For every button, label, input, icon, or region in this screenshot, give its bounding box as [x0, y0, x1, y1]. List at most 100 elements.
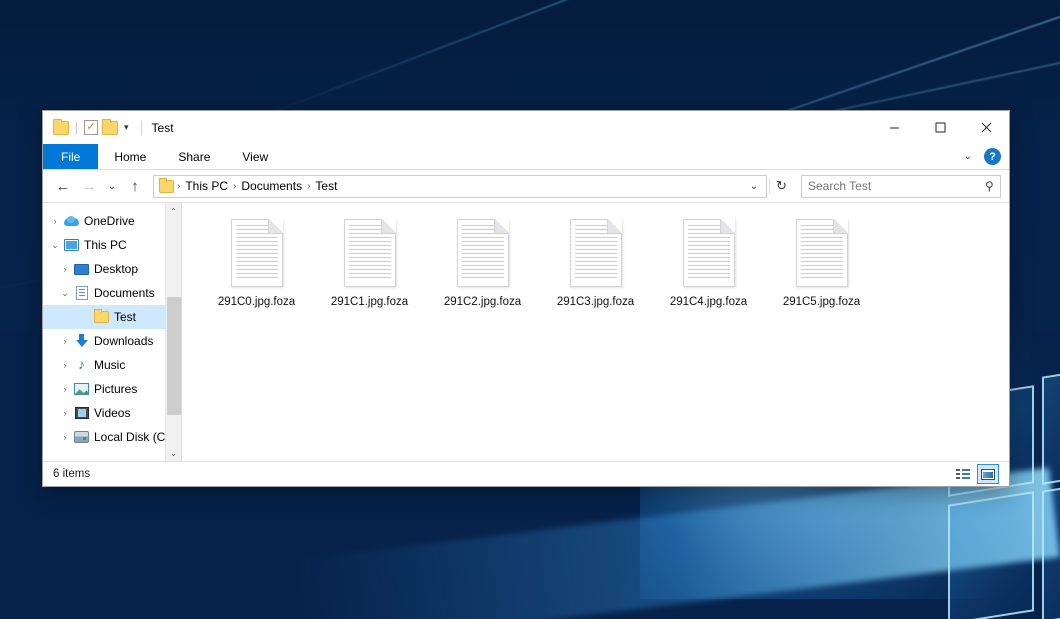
document-icon [457, 219, 509, 287]
scrollbar-thumb[interactable] [167, 297, 181, 415]
tab-share[interactable]: Share [162, 144, 226, 169]
address-bar[interactable]: › This PC › Documents › Test ⌄ [153, 175, 767, 198]
desktop-background: ✓ ▾ Test File Home Share View [0, 0, 1060, 619]
file-list-view[interactable]: 291C0.jpg.foza 291C1.jpg.foza 291C2.jpg.… [182, 203, 1009, 461]
document-icon [683, 219, 735, 287]
sidebar-item-label: Documents [90, 286, 155, 300]
desktop-icon [73, 264, 90, 275]
chevron-right-icon[interactable]: › [57, 264, 73, 274]
file-name: 291C2.jpg.foza [444, 296, 521, 308]
file-name: 291C3.jpg.foza [557, 296, 634, 308]
chevron-down-icon[interactable]: ⌄ [958, 151, 978, 162]
ribbon-tab-strip: File Home Share View ⌄ ? [43, 144, 1009, 170]
breadcrumb-test[interactable]: Test [311, 179, 341, 193]
windows-logo-pane [948, 491, 1034, 619]
minimize-button[interactable] [871, 111, 917, 144]
tab-home[interactable]: Home [98, 144, 162, 169]
details-view-button[interactable] [952, 464, 974, 484]
sidebar-item-label: Pictures [90, 382, 137, 396]
breadcrumb-this-pc[interactable]: This PC [181, 179, 232, 193]
scroll-down-arrow-icon[interactable]: ⌄ [166, 445, 182, 461]
chevron-right-icon[interactable]: › [57, 360, 73, 370]
videos-icon [73, 407, 90, 419]
sidebar-item-videos[interactable]: › Videos [43, 401, 181, 425]
document-icon [344, 219, 396, 287]
breadcrumb-documents[interactable]: Documents [237, 179, 306, 193]
search-input[interactable] [808, 179, 985, 193]
sidebar-item-label: Test [110, 310, 136, 324]
new-folder-icon[interactable] [102, 121, 118, 135]
file-grid: 291C0.jpg.foza 291C1.jpg.foza 291C2.jpg.… [200, 217, 1009, 337]
tab-view[interactable]: View [226, 144, 284, 169]
chevron-right-icon[interactable]: › [57, 432, 73, 442]
documents-icon [73, 286, 90, 300]
chevron-right-icon[interactable]: › [47, 216, 63, 226]
navigation-pane: › OneDrive ⌄ This PC › Desktop ⌄ [43, 203, 182, 461]
search-box[interactable]: ⚲ [801, 175, 1001, 198]
file-name: 291C0.jpg.foza [218, 296, 295, 308]
sidebar-item-desktop[interactable]: › Desktop [43, 257, 181, 281]
details-view-icon [956, 469, 970, 480]
sidebar-item-label: Desktop [90, 262, 138, 276]
sidebar-item-label: Videos [90, 406, 130, 420]
chevron-right-icon[interactable]: › [57, 384, 73, 394]
pictures-icon [73, 383, 90, 395]
sidebar-item-label: Local Disk (C:) [90, 430, 173, 444]
chevron-down-icon[interactable]: ⌄ [57, 288, 73, 299]
window-title: Test [141, 121, 174, 135]
properties-icon[interactable]: ✓ [84, 120, 98, 135]
file-item[interactable]: 291C3.jpg.foza [539, 217, 652, 337]
up-button[interactable]: ↑ [123, 174, 147, 198]
file-item[interactable]: 291C4.jpg.foza [652, 217, 765, 337]
sidebar-item-label: Downloads [90, 334, 153, 348]
sidebar-item-this-pc[interactable]: ⌄ This PC [43, 233, 181, 257]
scroll-up-arrow-icon[interactable]: ⌃ [166, 203, 182, 219]
sidebar-item-documents[interactable]: ⌄ Documents [43, 281, 181, 305]
sidebar-item-label: OneDrive [80, 214, 135, 228]
sidebar-item-label: Music [90, 358, 125, 372]
status-bar: 6 items [43, 461, 1009, 486]
file-item[interactable]: 291C5.jpg.foza [765, 217, 878, 337]
this-pc-icon [63, 239, 80, 251]
window-controls [871, 111, 1009, 144]
chevron-down-icon[interactable]: ▾ [122, 122, 131, 133]
chevron-right-icon[interactable]: › [57, 336, 73, 346]
chevron-right-icon[interactable]: › [57, 408, 73, 418]
file-item[interactable]: 291C0.jpg.foza [200, 217, 313, 337]
folder-icon [159, 180, 174, 193]
file-item[interactable]: 291C2.jpg.foza [426, 217, 539, 337]
sidebar-item-local-disk[interactable]: › Local Disk (C:) [43, 425, 181, 449]
file-name: 291C1.jpg.foza [331, 296, 408, 308]
sidebar-item-onedrive[interactable]: › OneDrive [43, 209, 181, 233]
document-icon [796, 219, 848, 287]
maximize-button[interactable] [917, 111, 963, 144]
folder-icon[interactable] [53, 121, 69, 135]
chevron-down-icon[interactable]: ⌄ [47, 240, 63, 251]
address-bar-row: ← → ⌄ ↑ › This PC › Documents › Test ⌄ ↻… [43, 170, 1009, 202]
help-icon[interactable]: ? [984, 148, 1001, 165]
sidebar-item-test[interactable]: Test [43, 305, 181, 329]
recent-locations-button[interactable]: ⌄ [103, 174, 121, 198]
sidebar-item-music[interactable]: › ♪ Music [43, 353, 181, 377]
ribbon-right-tools: ⌄ ? [958, 144, 1009, 169]
quick-access-toolbar: ✓ ▾ [43, 120, 131, 135]
refresh-icon[interactable]: ↻ [769, 178, 793, 194]
sidebar-item-downloads[interactable]: › Downloads [43, 329, 181, 353]
close-button[interactable] [963, 111, 1009, 144]
scrollbar-track[interactable] [166, 219, 182, 445]
explorer-body: › OneDrive ⌄ This PC › Desktop ⌄ [43, 202, 1009, 461]
local-disk-icon [73, 431, 90, 443]
document-icon [231, 219, 283, 287]
back-button[interactable]: ← [51, 174, 75, 198]
large-icons-view-icon [981, 469, 995, 480]
sidebar-scrollbar[interactable]: ⌃ ⌄ [165, 203, 181, 461]
chevron-down-icon[interactable]: ⌄ [744, 181, 764, 192]
tab-file[interactable]: File [43, 144, 98, 169]
large-icons-view-button[interactable] [977, 464, 999, 484]
forward-button[interactable]: → [77, 174, 101, 198]
file-item[interactable]: 291C1.jpg.foza [313, 217, 426, 337]
folder-icon [93, 311, 110, 323]
file-name: 291C4.jpg.foza [670, 296, 747, 308]
sidebar-item-pictures[interactable]: › Pictures [43, 377, 181, 401]
search-icon[interactable]: ⚲ [985, 179, 994, 193]
